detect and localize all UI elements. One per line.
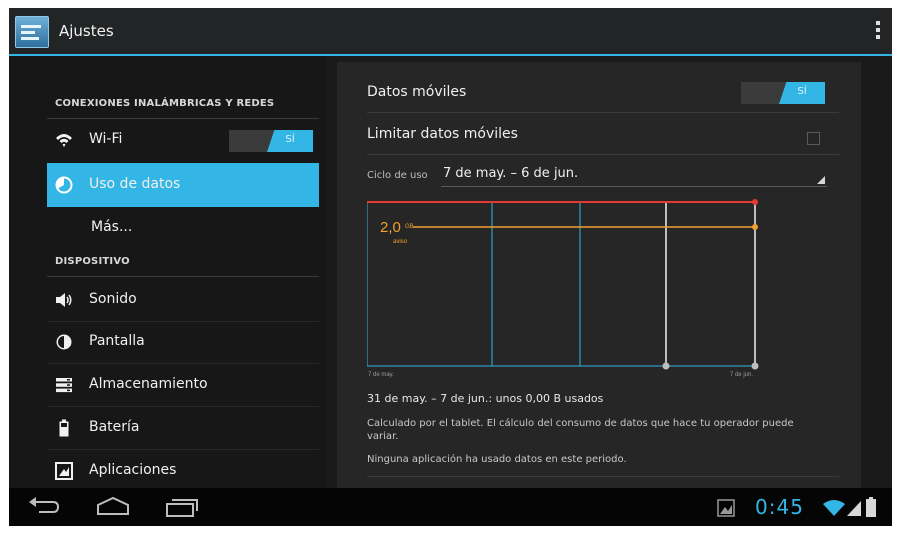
applications-icon xyxy=(55,462,73,480)
navigation-bar: 0:45 xyxy=(9,488,892,526)
sidebar-item-label: Más... xyxy=(91,219,133,235)
sidebar-item-sound[interactable]: Sonido xyxy=(47,280,319,320)
wifi-signal-icon xyxy=(823,500,845,516)
sidebar-item-label: Aplicaciones xyxy=(89,462,177,478)
status-clock: 0:45 xyxy=(755,495,804,519)
overflow-menu-icon[interactable] xyxy=(876,21,880,41)
storage-icon xyxy=(56,378,72,393)
data-usage-content: Datos móviles SÍ Limitar datos móviles C… xyxy=(337,62,861,488)
sidebar-item-battery[interactable]: Batería xyxy=(47,408,319,448)
section-divider xyxy=(47,118,319,119)
sidebar-item-label: Almacenamiento xyxy=(89,376,208,392)
brightness-icon xyxy=(56,334,72,350)
wifi-icon xyxy=(56,134,72,147)
cycle-end-handle xyxy=(751,362,759,370)
warning-caption-label: aviso xyxy=(393,239,408,245)
list-divider xyxy=(47,449,319,450)
warning-value-label: 2,0 xyxy=(380,219,401,236)
recent-apps-icon[interactable] xyxy=(165,496,199,518)
battery-icon xyxy=(59,419,69,437)
warning-handle xyxy=(752,224,758,230)
x-end-label: 7 de jun. xyxy=(730,372,753,378)
data-usage-icon xyxy=(55,176,73,194)
cell-signal-icon xyxy=(847,501,861,516)
limit-mobile-data-checkbox[interactable] xyxy=(807,132,820,145)
limit-mobile-data-label: Limitar datos móviles xyxy=(367,126,518,142)
home-icon[interactable] xyxy=(95,496,131,518)
page-title: Ajustes xyxy=(59,22,114,40)
screen: Ajustes CONEXIONES INALÁMBRICAS Y REDES … xyxy=(9,8,892,526)
x-start-label: 7 de may. xyxy=(368,372,394,378)
data-usage-chart[interactable]: 2,0 GB aviso 7 de may. 7 de jun. xyxy=(367,198,767,380)
sidebar-item-label: Uso de datos xyxy=(89,176,181,192)
mobile-data-toggle[interactable]: SÍ xyxy=(741,82,825,104)
spinner-underline xyxy=(441,186,827,187)
carrier-note: Calculado por el tablet. El cálculo del … xyxy=(367,418,794,442)
dropdown-caret-icon[interactable] xyxy=(817,176,825,184)
list-divider xyxy=(47,406,319,407)
cycle-start-handle xyxy=(662,362,670,370)
sidebar-item-display[interactable]: Pantalla xyxy=(47,322,319,362)
row-divider xyxy=(367,112,839,113)
row-divider xyxy=(367,154,839,155)
wifi-toggle[interactable]: SÍ xyxy=(229,130,313,152)
settings-app-icon[interactable] xyxy=(15,16,49,48)
sidebar-item-label: Sonido xyxy=(89,291,137,307)
data-usage-panel: Datos móviles SÍ Limitar datos móviles C… xyxy=(327,56,892,488)
sidebar-item-label: Pantalla xyxy=(89,333,145,349)
battery-status-icon xyxy=(866,497,876,517)
action-bar: Ajustes xyxy=(9,8,892,56)
warning-unit-label: GB xyxy=(405,224,414,230)
settings-sidebar: CONEXIONES INALÁMBRICAS Y REDES Wi-Fi SÍ… xyxy=(9,56,327,488)
usage-cycle-label: Ciclo de uso xyxy=(367,170,428,181)
section-header-wireless: CONEXIONES INALÁMBRICAS Y REDES xyxy=(55,98,275,109)
section-divider xyxy=(47,276,319,277)
mobile-data-label: Datos móviles xyxy=(367,84,467,100)
back-icon[interactable] xyxy=(27,496,61,518)
mobile-data-toggle-label: SÍ xyxy=(797,86,807,97)
sidebar-item-more[interactable]: Más... xyxy=(47,208,319,248)
no-apps-message: Ninguna aplicación ha usado datos en est… xyxy=(367,454,627,465)
wifi-toggle-label: SÍ xyxy=(285,134,295,145)
sidebar-item-label: Wi-Fi xyxy=(89,131,123,147)
speaker-icon xyxy=(56,293,72,307)
usage-summary: 31 de may. – 7 de jun.: unos 0,00 B usad… xyxy=(367,392,604,405)
limit-handle xyxy=(752,199,758,205)
sidebar-item-wifi[interactable]: Wi-Fi SÍ xyxy=(47,120,319,160)
sidebar-item-apps[interactable]: Aplicaciones xyxy=(47,451,319,491)
sidebar-item-label: Batería xyxy=(89,419,140,435)
sidebar-item-storage[interactable]: Almacenamiento xyxy=(47,365,319,405)
row-divider xyxy=(367,476,839,477)
screenshot-notification-icon[interactable] xyxy=(717,499,735,517)
section-header-device: DISPOSITIVO xyxy=(55,256,130,267)
usage-cycle-spinner[interactable]: 7 de may. – 6 de jun. xyxy=(443,166,578,181)
list-divider xyxy=(47,363,319,364)
sidebar-item-data-usage[interactable]: Uso de datos xyxy=(47,163,319,207)
